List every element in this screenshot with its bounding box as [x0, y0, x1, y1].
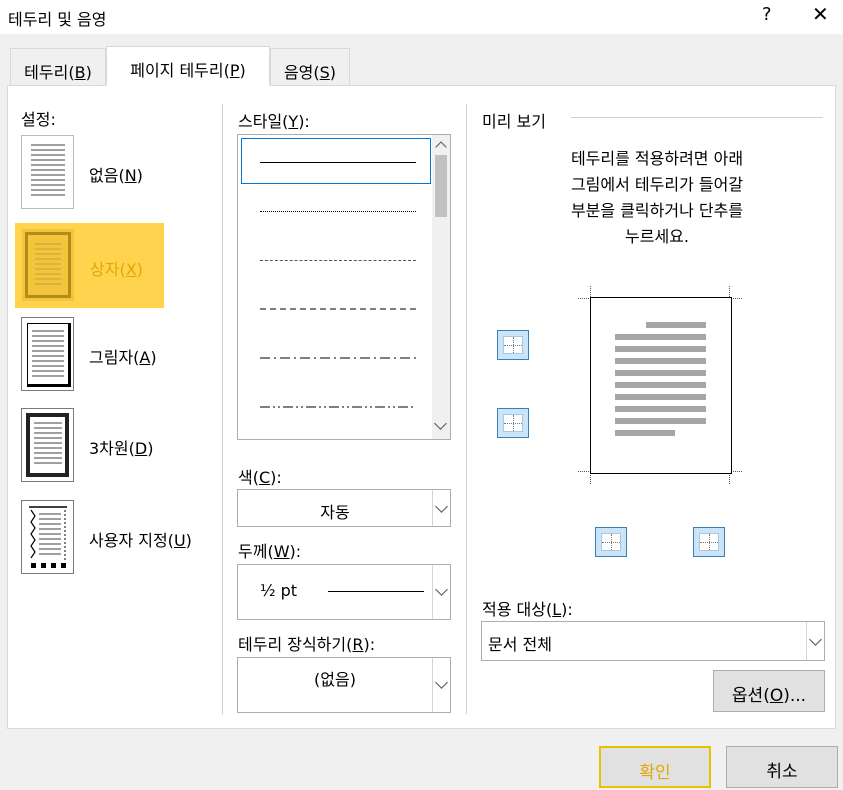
bottom-border-button[interactable] [497, 408, 529, 438]
apply-to-dropdown-button[interactable] [806, 622, 824, 660]
width-label: 두께(W): [238, 542, 302, 561]
title-bar: 테두리 및 음영 ? ✕ [0, 0, 843, 34]
setting-none[interactable]: 없음(N) [20, 134, 170, 214]
style-scrollbar[interactable] [432, 135, 450, 439]
color-dropdown[interactable]: 자동 [237, 489, 451, 527]
settings-label: 설정: [21, 110, 56, 129]
setting-shadow[interactable]: 그림자(A) [20, 316, 170, 396]
apply-to-value: 문서 전체 [488, 635, 552, 654]
style-line-dotted[interactable] [260, 211, 416, 212]
top-border-button[interactable] [497, 330, 529, 360]
setting-3d-thumb [21, 408, 74, 482]
setting-box-thumb [22, 229, 74, 301]
chevron-down-icon [809, 633, 822, 646]
setting-none-thumb [21, 135, 74, 209]
setting-custom-thumb [21, 500, 74, 574]
setting-3d-label: 3차원(D) [89, 439, 154, 458]
bottom-border-icon [503, 414, 523, 432]
chevron-down-icon [435, 500, 448, 513]
scroll-down-icon[interactable] [434, 417, 447, 430]
cancel-button[interactable]: 취소 [726, 746, 838, 788]
preview-separator [571, 117, 823, 118]
close-icon[interactable]: ✕ [812, 2, 829, 26]
left-border-button[interactable] [595, 527, 627, 557]
setting-box-label: 상자(X) [90, 260, 143, 279]
width-value: ½ pt [260, 581, 298, 600]
style-line-solid[interactable] [260, 162, 416, 163]
style-listbox[interactable] [237, 134, 451, 440]
art-value: (없음) [314, 670, 356, 689]
top-border-icon [503, 336, 523, 354]
tab-panel: 설정: 없음(N) 상자(X) 그림자(A) 3차원(D) 사용자 지정(U) … [7, 85, 836, 729]
tab-shading[interactable]: 음영(S) [270, 48, 350, 85]
apply-to-label: 적용 대상(L): [482, 600, 573, 619]
help-icon[interactable]: ? [762, 4, 772, 25]
setting-custom-label: 사용자 지정(U) [89, 531, 192, 550]
right-border-icon [699, 533, 719, 551]
setting-shadow-thumb [21, 317, 74, 391]
ok-button[interactable]: 확인 [599, 746, 711, 788]
dialog-title: 테두리 및 음영 [8, 10, 107, 29]
left-border-icon [601, 533, 621, 551]
scroll-thumb[interactable] [435, 155, 447, 217]
setting-custom[interactable]: 사용자 지정(U) [20, 499, 220, 579]
tab-page-border[interactable]: 페이지 테두리(P) [106, 46, 270, 86]
divider [222, 104, 223, 714]
chevron-down-icon [435, 583, 448, 596]
style-label: 스타일(Y): [238, 112, 310, 131]
tab-borders[interactable]: 테두리(B) [10, 48, 106, 85]
preview-page[interactable] [590, 297, 732, 474]
color-value: 자동 [320, 503, 350, 522]
setting-box[interactable]: 상자(X) [15, 223, 164, 308]
art-dropdown[interactable]: (없음) [237, 657, 451, 713]
width-dropdown[interactable]: ½ pt [237, 564, 451, 620]
style-line-dashed-small[interactable] [260, 260, 416, 261]
style-option-selected[interactable] [241, 138, 431, 184]
color-dropdown-button[interactable] [432, 490, 450, 526]
setting-none-label: 없음(N) [89, 166, 143, 185]
scroll-up-icon[interactable] [435, 141, 447, 153]
color-label: 색(C): [238, 468, 282, 487]
apply-to-dropdown[interactable]: 문서 전체 [481, 621, 825, 661]
options-button[interactable]: 옵션(O)... [713, 670, 825, 712]
chevron-down-icon [435, 676, 448, 689]
width-dropdown-button[interactable] [432, 565, 450, 619]
art-dropdown-button[interactable] [432, 658, 450, 712]
width-line-sample [328, 591, 424, 592]
preview-instruction: 테두리를 적용하려면 아래 그림에서 테두리가 들어갈 부분을 클릭하거나 단추… [570, 149, 744, 246]
divider [466, 104, 467, 714]
right-border-button[interactable] [693, 527, 725, 557]
art-label: 테두리 장식하기(R): [238, 635, 376, 654]
setting-3d[interactable]: 3차원(D) [20, 407, 170, 487]
setting-shadow-label: 그림자(A) [89, 348, 157, 367]
preview-label: 미리 보기 [482, 112, 546, 131]
